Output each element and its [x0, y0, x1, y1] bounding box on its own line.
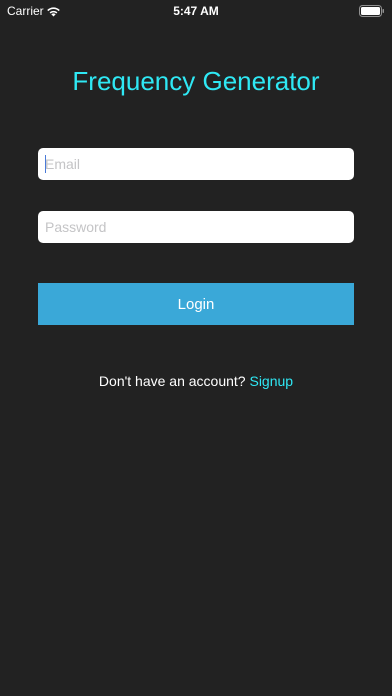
app-title: Frequency Generator — [72, 66, 320, 96]
login-button[interactable]: Login — [38, 283, 354, 325]
battery-icon — [359, 4, 385, 17]
password-field[interactable] — [38, 211, 354, 243]
signup-link[interactable]: Signup — [249, 373, 293, 389]
status-time: 5:47 AM — [173, 4, 219, 18]
email-field[interactable] — [38, 148, 354, 180]
text-caret — [45, 155, 46, 173]
signup-prompt: Don't have an account? — [98, 373, 250, 389]
status-bar: Carrier 5:47 AM — [0, 0, 392, 22]
signup-row: Don't have an account? Signup — [0, 373, 392, 389]
